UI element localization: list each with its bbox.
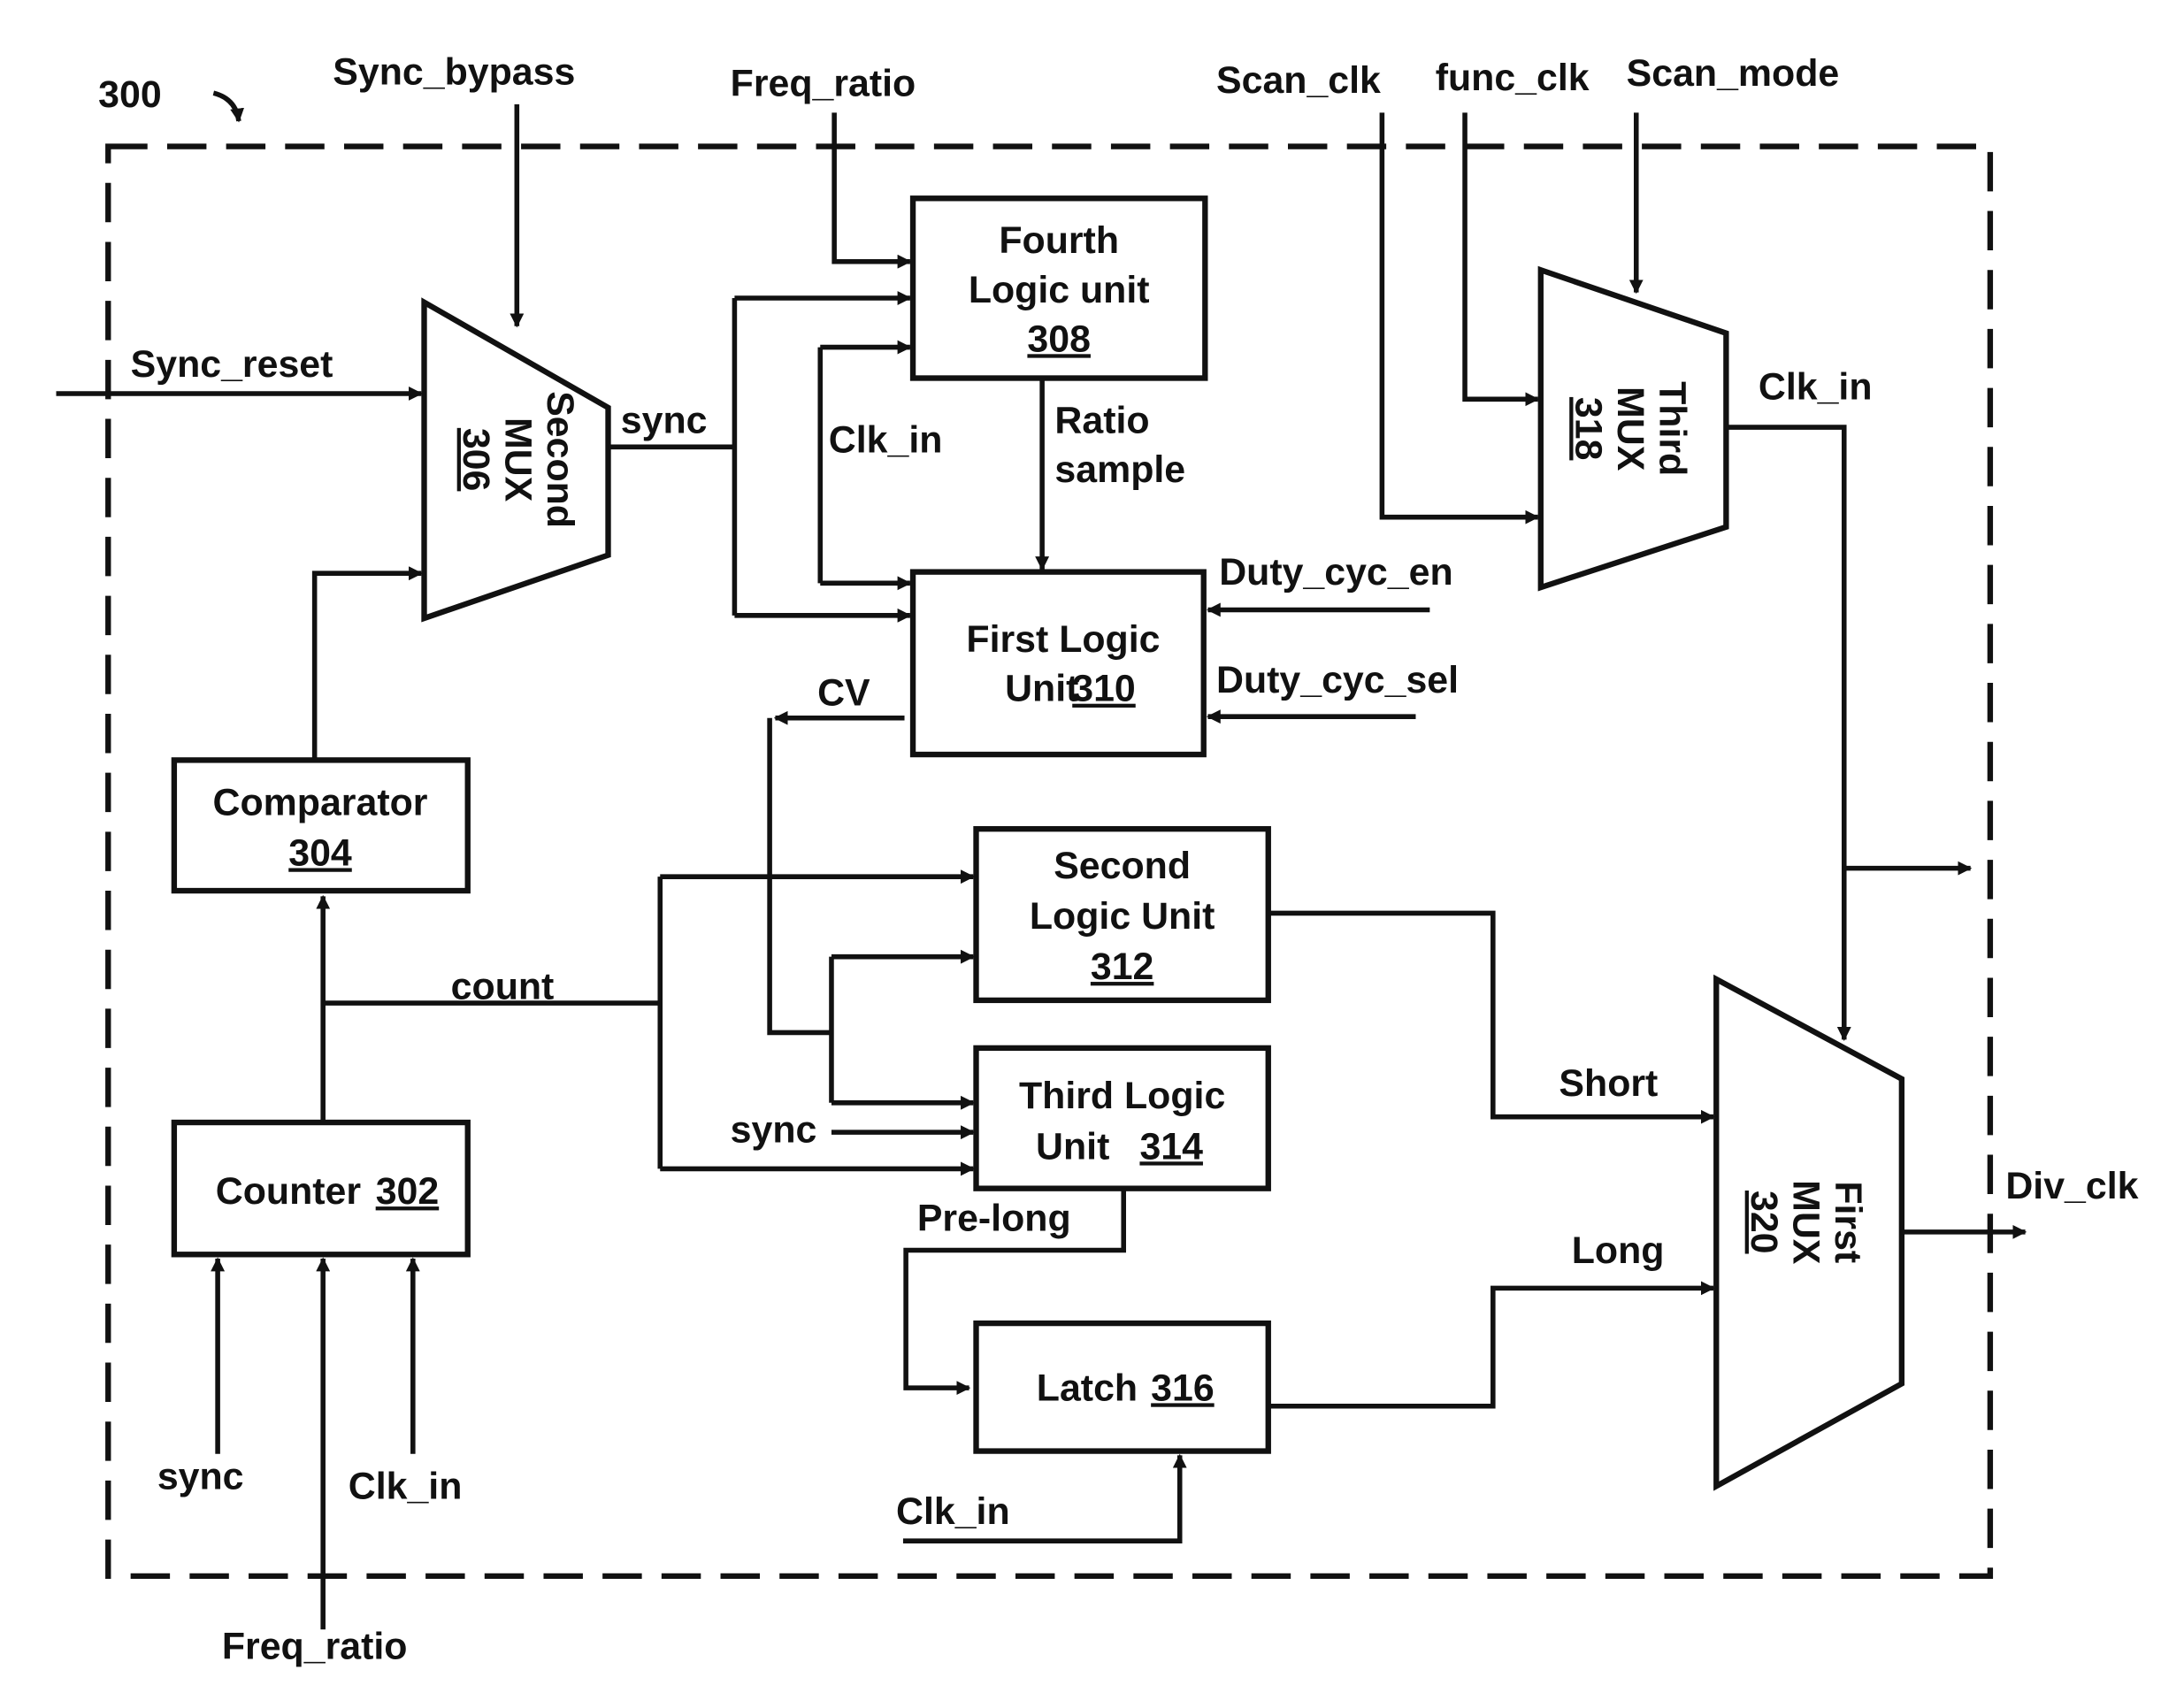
sync-reset-label: Sync_reset (131, 343, 333, 386)
second-mux-label-1: Second (539, 391, 581, 528)
comparator-number: 304 (288, 831, 352, 874)
duty-cyc-en-label: Duty_cyc_en (1219, 551, 1452, 593)
long-wire (1268, 1281, 1715, 1409)
figure-ref-label: 300 (98, 73, 162, 116)
sync-output-label: sync (621, 399, 708, 441)
short-label: Short (1559, 1062, 1658, 1105)
fourth-logic-label-1: Fourth (999, 219, 1119, 262)
ratio-sample-label-2: sample (1054, 448, 1185, 491)
scan-clk-label: Scan_clk (1216, 59, 1381, 102)
third-mux-label-2: MUX (1609, 387, 1651, 471)
counter-label: Counter (216, 1170, 362, 1213)
sync-third-label: sync (731, 1108, 817, 1151)
second-mux-number: 306 (455, 428, 497, 492)
cv-label: CV (817, 671, 870, 714)
third-mux-number: 318 (1567, 397, 1609, 461)
comparator-to-second-mux-wire (311, 566, 423, 759)
third-logic-unit-314 (973, 1045, 1271, 1191)
clk-in-mid-label: Clk_in (829, 419, 943, 462)
first-mux-number: 320 (1743, 1191, 1785, 1254)
fourth-logic-label-2: Logic unit (969, 269, 1150, 311)
freq-ratio-top-label: Freq_ratio (731, 62, 916, 104)
third-logic-label-1: Third Logic (1019, 1075, 1225, 1117)
ratio-sample-label-1: Ratio (1054, 399, 1149, 441)
scan-mode-label: Scan_mode (1627, 52, 1840, 95)
scan-clk-wire (1379, 112, 1540, 525)
circuit-diagram: 300 Second MUX 306 Sync_bypass Sync_rese… (56, 51, 2139, 1668)
second-logic-label-2: Logic Unit (1030, 895, 1215, 938)
sync-bypass-label: Sync_bypass (333, 51, 575, 94)
pre-long-label: Pre-long (917, 1197, 1071, 1239)
div-clk-label: Div_clk (2005, 1165, 2138, 1207)
third-logic-label-2: Unit (1036, 1125, 1109, 1168)
second-logic-number: 312 (1091, 946, 1154, 988)
counter-number: 302 (376, 1170, 440, 1213)
clk-in-latch-label: Clk_in (896, 1490, 1010, 1533)
fourth-logic-number: 308 (1027, 318, 1091, 360)
clk-in-counter-label: Clk_in (349, 1466, 463, 1508)
first-logic-unit-310 (909, 569, 1207, 758)
clk-in-mux3-label: Clk_in (1759, 365, 1873, 408)
duty-cyc-sel-label: Duty_cyc_sel (1216, 659, 1459, 701)
func-clk-label: func_clk (1436, 57, 1590, 99)
third-logic-number: 314 (1139, 1125, 1203, 1168)
first-logic-number: 310 (1072, 668, 1136, 710)
first-mux-label-1: First (1827, 1181, 1869, 1263)
comparator-label: Comparator (213, 781, 428, 823)
sync-counter-label: sync (157, 1455, 244, 1497)
latch-label: Latch (1037, 1367, 1138, 1409)
long-label: Long (1572, 1229, 1665, 1272)
second-logic-label-1: Second (1054, 845, 1191, 887)
first-mux-label-2: MUX (1785, 1180, 1828, 1265)
first-logic-label-1: First Logic (966, 618, 1160, 661)
third-mux-label-1: Third (1651, 381, 1694, 476)
second-mux-label-2: MUX (497, 417, 540, 502)
freq-ratio-bottom-label: Freq_ratio (222, 1626, 408, 1668)
figure-ref-arrow (212, 90, 245, 123)
first-logic-label-2: Unit (1005, 668, 1078, 710)
freq-ratio-top-wire (831, 112, 912, 269)
clk-in-to-first-mux-wire (1726, 425, 1851, 1041)
func-clk-wire (1462, 112, 1540, 407)
latch-number: 316 (1151, 1367, 1215, 1409)
